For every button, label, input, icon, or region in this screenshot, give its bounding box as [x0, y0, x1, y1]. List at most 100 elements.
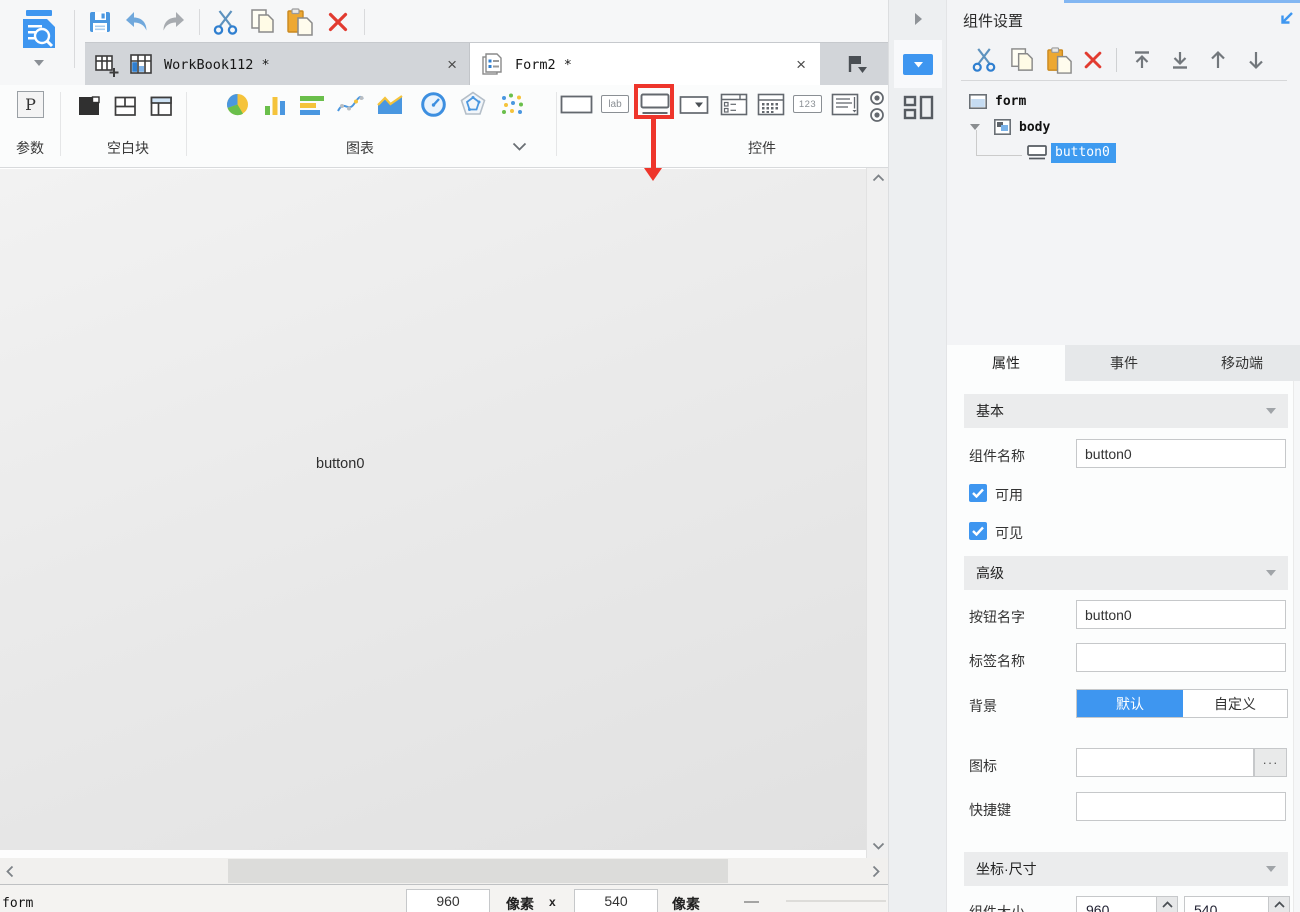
widget-name-input[interactable] [1076, 439, 1286, 468]
widget-textarea-button[interactable] [830, 92, 859, 116]
tree-node-button0[interactable]: button0 [947, 140, 1300, 166]
tab-close-icon[interactable]: × [796, 56, 806, 73]
design-canvas[interactable]: button0 [0, 168, 866, 850]
canvas-hscrollbar[interactable] [0, 858, 888, 884]
scroll-up-button[interactable] [867, 168, 889, 188]
tree-node-form[interactable]: form [947, 88, 1300, 114]
section-coords-size[interactable]: 坐标·尺寸 [964, 852, 1288, 886]
gauge-chart-icon [420, 91, 447, 118]
delete-button[interactable] [324, 8, 352, 36]
widget-radiogroup-button[interactable] [867, 89, 886, 124]
diagonal-arrow-icon [1276, 9, 1296, 29]
panel-delete-button[interactable] [1079, 46, 1107, 74]
chart-bar-button[interactable] [297, 92, 327, 117]
widget-combobox-button[interactable] [678, 94, 709, 115]
enabled-checkbox[interactable] [969, 484, 987, 502]
tab-properties[interactable]: 属性 [947, 345, 1065, 381]
visible-checkbox[interactable] [969, 522, 987, 540]
tab-events[interactable]: 事件 [1065, 345, 1183, 382]
tree-node-body[interactable]: body [947, 114, 1300, 140]
copy-button[interactable] [247, 7, 279, 37]
redo-icon [160, 11, 186, 33]
widget-label-button[interactable]: lab [601, 95, 629, 113]
form-width-input[interactable] [406, 889, 490, 912]
tab-workbook112[interactable]: WorkBook112 * × [123, 43, 470, 86]
redo-button[interactable] [158, 9, 188, 35]
widget-textfield-button[interactable] [559, 93, 593, 115]
active-widget-tool[interactable] [894, 40, 942, 88]
icon-input[interactable] [1076, 748, 1254, 777]
button-node-icon [1027, 145, 1047, 161]
parameter-pane-button[interactable]: P [17, 91, 44, 118]
widget-number-button[interactable]: 123 [793, 95, 822, 113]
section-basic[interactable]: 基本 [964, 394, 1288, 428]
spinner-up-button[interactable] [1156, 897, 1177, 912]
icon-browse-button[interactable]: ··· [1254, 748, 1287, 777]
chart-gauge-button[interactable] [419, 90, 447, 118]
move-up-button[interactable] [1205, 47, 1231, 73]
collapse-section-icon [1266, 866, 1276, 872]
bg-default-option[interactable]: 默认 [1077, 690, 1183, 717]
chart-radar-button[interactable] [458, 89, 487, 118]
widget-datepicker-button[interactable] [756, 92, 785, 116]
panel-copy-button[interactable] [1006, 45, 1038, 75]
chart-scatter-button[interactable] [498, 90, 526, 118]
parameter-icon-text: P [25, 95, 36, 114]
tab-close-icon[interactable]: × [447, 56, 457, 73]
panel-paste-button[interactable] [1043, 45, 1075, 75]
layout-tool-button[interactable] [901, 92, 936, 122]
new-worksheet-button[interactable] [91, 51, 121, 79]
block-split-button[interactable] [112, 92, 139, 119]
collapse-panel-button[interactable] [901, 6, 935, 32]
scroll-down-button[interactable] [867, 836, 889, 856]
panel-cut-button[interactable] [969, 45, 999, 75]
move-to-bottom-button[interactable] [1167, 47, 1193, 73]
tree-expander-icon[interactable] [970, 124, 980, 130]
tab-mobile[interactable]: 移动端 [1183, 345, 1300, 382]
button-name-input[interactable] [1076, 600, 1286, 629]
chart-area-button[interactable] [375, 91, 405, 117]
save-button[interactable] [86, 8, 114, 36]
block-report-button[interactable] [76, 92, 103, 119]
zoom-slider-track[interactable] [786, 900, 886, 902]
chart-column-button[interactable] [261, 91, 289, 118]
widget-tree-button[interactable] [719, 92, 748, 116]
zoom-out-button[interactable]: — [744, 893, 759, 910]
app-menu-button[interactable] [12, 5, 66, 71]
move-to-top-button[interactable] [1129, 47, 1155, 73]
block-table-button[interactable] [148, 92, 175, 119]
hscroll-thumb[interactable] [228, 859, 728, 883]
tab-label: WorkBook112 * [164, 56, 270, 73]
height-spinner[interactable]: 540 [1184, 896, 1290, 912]
tab-form2[interactable]: Form2 * × [470, 43, 820, 86]
scroll-left-button[interactable] [0, 858, 20, 884]
cut-button[interactable] [210, 7, 240, 37]
dock-panel-button[interactable] [1273, 6, 1299, 32]
paste-icon [1046, 46, 1073, 74]
charts-expand-button[interactable] [506, 136, 532, 156]
statusbar-sheet-label: form [2, 896, 34, 911]
tag-name-input[interactable] [1076, 643, 1286, 672]
background-segmented-control: 默认 自定义 [1076, 689, 1288, 718]
calendar-widget-icon [757, 93, 785, 116]
scroll-right-button[interactable] [866, 858, 886, 884]
collapse-section-icon [1266, 408, 1276, 414]
move-down-button[interactable] [1243, 47, 1269, 73]
tab-label: 属性 [992, 355, 1020, 371]
chart-line-button[interactable] [335, 91, 366, 117]
canvas-button-widget[interactable]: button0 [316, 456, 364, 472]
undo-button[interactable] [122, 9, 152, 35]
bg-custom-option[interactable]: 自定义 [1183, 690, 1287, 717]
canvas-vscrollbar[interactable] [866, 168, 888, 858]
panel-scrollbar-gutter[interactable] [1293, 381, 1300, 912]
tab-switch-button[interactable] [841, 51, 873, 79]
width-spinner[interactable]: 960 [1076, 896, 1178, 912]
section-advanced[interactable]: 高级 [964, 556, 1288, 590]
tree-widget-icon [720, 93, 748, 116]
hotkey-input[interactable] [1076, 792, 1286, 821]
form-height-input[interactable] [574, 889, 658, 912]
delete-icon [1082, 49, 1104, 71]
paste-button[interactable] [284, 7, 316, 37]
chart-pie-button[interactable] [223, 90, 251, 118]
spinner-up-button[interactable] [1268, 897, 1289, 912]
